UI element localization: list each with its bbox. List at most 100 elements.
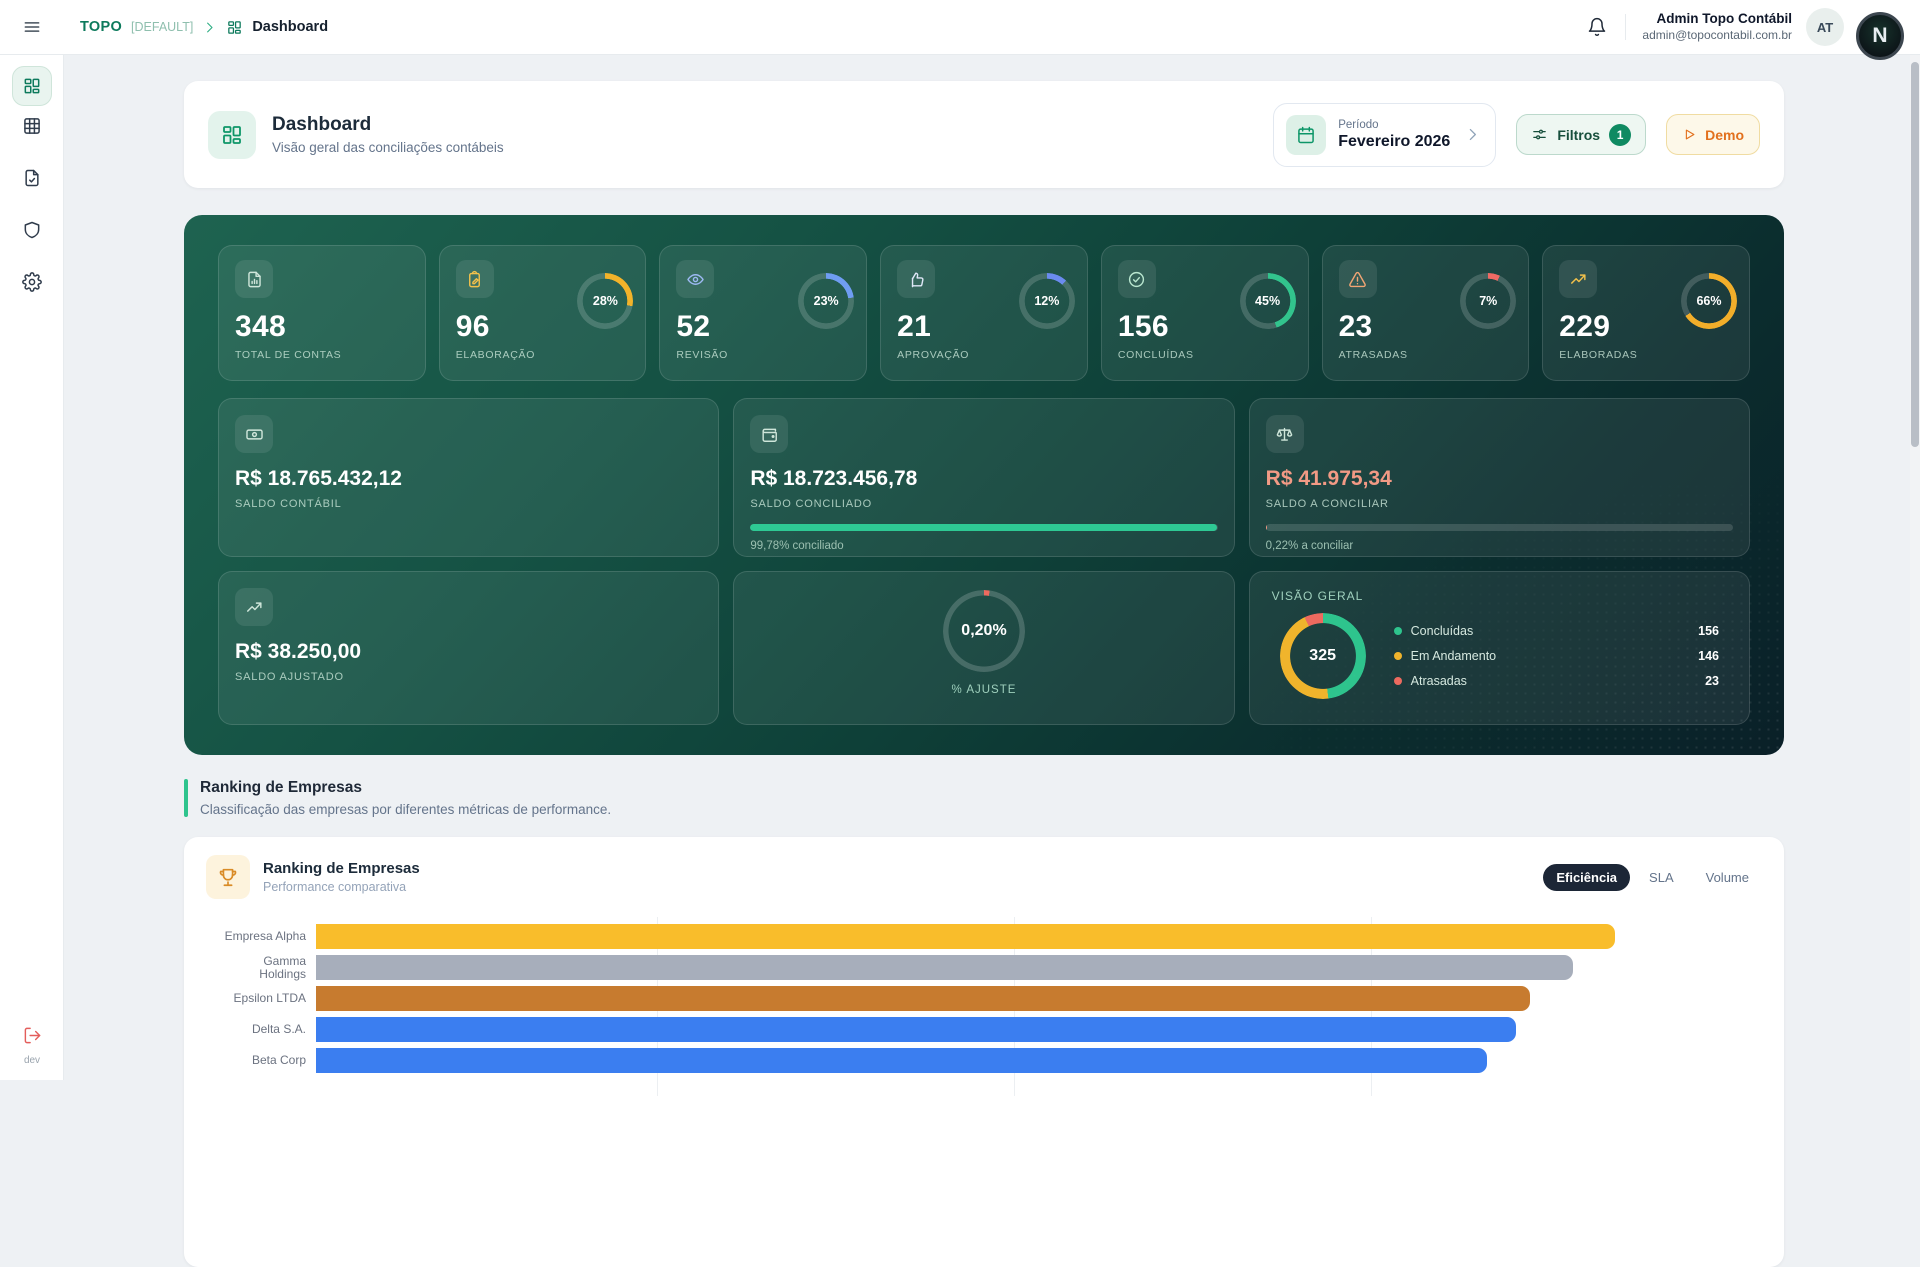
demo-button[interactable]: Demo <box>1666 114 1760 155</box>
legend-label: Atrasadas <box>1411 674 1467 688</box>
period-selector[interactable]: Período Fevereiro 2026 <box>1273 103 1496 167</box>
filters-label: Filtros <box>1557 127 1600 143</box>
ajuste-gauge-label: % AJUSTE <box>952 684 1017 696</box>
overview-title: VISÃO GERAL <box>1272 589 1727 603</box>
legend-dot <box>1394 627 1402 635</box>
period-label: Período <box>1338 119 1450 131</box>
legend-value: 156 <box>1698 624 1719 638</box>
user-info: Admin Topo Contábil admin@topocontabil.c… <box>1642 11 1792 43</box>
saldo-ajustado-card: R$ 38.250,00 SALDO AJUSTADO <box>218 571 719 725</box>
stat-percent: 45% <box>1240 273 1296 329</box>
ajuste-gauge-value: 0,20% <box>943 590 1025 672</box>
legend-label: Concluídas <box>1411 624 1474 638</box>
wallet-icon <box>750 415 788 453</box>
breadcrumb: TOPO [DEFAULT] Dashboard <box>80 19 328 36</box>
chart-category-label: Empresa Alpha <box>200 930 306 943</box>
saldo-a-conciliar-card: R$ 41.975,34 SALDO A CONCILIAR 0,22% a c… <box>1249 398 1750 557</box>
filters-button[interactable]: Filtros 1 <box>1516 114 1646 155</box>
overview-total: 325 <box>1280 613 1366 699</box>
chart-category-label: Beta Corp <box>200 1054 306 1067</box>
saldo-contabil-label: SALDO CONTÁBIL <box>235 498 702 510</box>
scrollbar-thumb[interactable] <box>1911 62 1919 447</box>
avatar[interactable]: AT <box>1806 8 1844 46</box>
chart-bar <box>316 924 1615 949</box>
sidebar-item-dashboard[interactable] <box>12 66 52 106</box>
section-heading: Ranking de Empresas Classificação das em… <box>184 779 1784 817</box>
play-icon <box>1682 127 1697 142</box>
thumbs-up-icon <box>897 260 935 298</box>
stats-panel: 348 TOTAL DE CONTAS 96 ELABORAÇÃO 28% 52… <box>184 215 1784 755</box>
stat-percent: 28% <box>577 273 633 329</box>
calendar-icon <box>1286 115 1326 155</box>
chevron-right-icon <box>1464 126 1481 143</box>
page-subtitle: Visão geral das conciliações contábeis <box>272 140 504 155</box>
sidebar-item-documents[interactable] <box>12 158 52 198</box>
sidebar-item-tables[interactable] <box>12 106 52 146</box>
ranking-card: Ranking de Empresas Performance comparat… <box>184 837 1784 1267</box>
chart-category-label: Delta S.A. <box>200 1023 306 1036</box>
stat-label: ATRASADAS <box>1339 349 1513 361</box>
legend-dot <box>1394 677 1402 685</box>
section-accent-bar <box>184 779 188 817</box>
page-header-card: Dashboard Visão geral das conciliações c… <box>184 81 1784 188</box>
stat-label: CONCLUÍDAS <box>1118 349 1292 361</box>
breadcrumb-brand[interactable]: TOPO <box>80 19 122 35</box>
saldo-ajustado-label: SALDO AJUSTADO <box>235 671 702 683</box>
a-conciliar-caption: 0,22% a conciliar <box>1266 540 1733 552</box>
hamburger-menu-icon[interactable] <box>0 17 64 37</box>
saldo-a-conciliar-value: R$ 41.975,34 <box>1266 467 1733 491</box>
legend-row: Em Andamento 146 <box>1394 644 1719 669</box>
chevron-right-icon <box>202 20 217 35</box>
stat-label: ELABORADAS <box>1559 349 1733 361</box>
breadcrumb-page[interactable]: Dashboard <box>252 19 328 35</box>
stat-card: 156 CONCLUÍDAS 45% <box>1101 245 1309 381</box>
scales-icon <box>1266 415 1304 453</box>
ajuste-gauge: 0,20% <box>943 590 1025 672</box>
chart-category-label: GammaHoldings <box>200 955 306 981</box>
saldo-conciliado-value: R$ 18.723.456,78 <box>750 467 1217 491</box>
saldo-contabil-value: R$ 18.765.432,12 <box>235 467 702 491</box>
doc-chart-icon <box>235 260 273 298</box>
legend-value: 23 <box>1705 674 1719 688</box>
stat-label: TOTAL DE CONTAS <box>235 349 409 361</box>
section-subtitle: Classificação das empresas por diferente… <box>200 802 611 817</box>
a-conciliar-progress-fill <box>1266 524 1267 531</box>
demo-label: Demo <box>1705 127 1744 143</box>
stat-percent: 12% <box>1019 273 1075 329</box>
stat-ring: 12% <box>1019 273 1075 329</box>
filters-count-badge: 1 <box>1609 124 1631 146</box>
trending-up-icon <box>235 588 273 626</box>
chart-row: GammaHoldings <box>200 952 1744 983</box>
stat-label: REVISÃO <box>676 349 850 361</box>
section-title: Ranking de Empresas <box>200 779 611 797</box>
ranking-tabs: EficiênciaSLAVolume <box>1543 864 1762 891</box>
dashboard-grid-icon <box>208 111 256 159</box>
legend-value: 146 <box>1698 649 1719 663</box>
sidebar: dev <box>0 55 64 1080</box>
legend-label: Em Andamento <box>1411 649 1496 663</box>
legend-row: Concluídas 156 <box>1394 619 1719 644</box>
period-value: Fevereiro 2026 <box>1338 133 1450 151</box>
stat-percent: 23% <box>798 273 854 329</box>
eye-icon <box>676 260 714 298</box>
notification-bell-icon[interactable] <box>1583 13 1611 41</box>
sidebar-item-settings[interactable] <box>12 262 52 302</box>
trophy-icon <box>206 855 250 899</box>
stat-ring: 7% <box>1460 273 1516 329</box>
topbar-right: Admin Topo Contábil admin@topocontabil.c… <box>1583 8 1844 46</box>
conciliado-progress-fill <box>750 524 1216 531</box>
logout-icon[interactable] <box>0 1026 64 1045</box>
tab-sla[interactable]: SLA <box>1636 864 1687 891</box>
divider <box>1625 14 1626 40</box>
sidebar-item-security[interactable] <box>12 210 52 250</box>
tab-volume[interactable]: Volume <box>1693 864 1762 891</box>
scrollbar-track[interactable] <box>1910 55 1920 1080</box>
page-title: Dashboard <box>272 114 504 136</box>
tab-eficiência[interactable]: Eficiência <box>1543 864 1630 891</box>
ranking-subtitle: Performance comparativa <box>263 880 420 894</box>
stat-ring: 23% <box>798 273 854 329</box>
dev-label: dev <box>0 1055 64 1066</box>
nextjs-dev-badge[interactable]: N <box>1856 12 1904 60</box>
saldo-conciliado-card: R$ 18.723.456,78 SALDO CONCILIADO 99,78%… <box>733 398 1234 557</box>
clipboard-edit-icon <box>456 260 494 298</box>
